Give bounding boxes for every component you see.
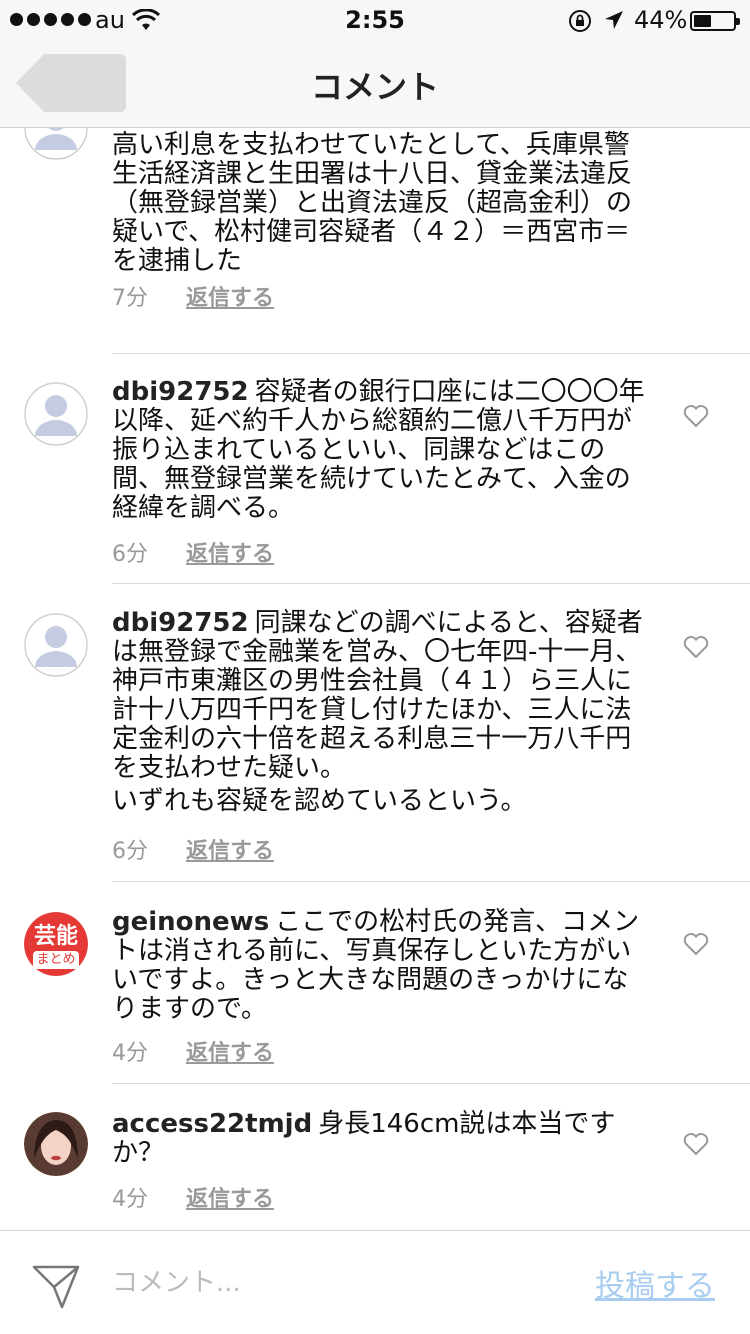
divider: [112, 1083, 750, 1084]
reply-button[interactable]: 返信する: [186, 536, 274, 568]
status-bar: au 2:55 44%: [0, 0, 750, 40]
comment-body: access22tmjd 身長146cm説は本当ですか？: [112, 1110, 648, 1168]
navigation-bar: コメント: [0, 40, 750, 128]
reply-button[interactable]: 返信する: [186, 1181, 274, 1213]
geino-matome-logo: 芸能 まとめ: [24, 912, 88, 976]
comment-time: 6分: [112, 542, 148, 567]
battery-icon: [690, 11, 740, 31]
comment-username[interactable]: access22tmjd: [112, 1109, 312, 1139]
comment-body: dbi92752 同課などの調べによると、容疑者は無登録で金融業を営み、〇七年四-…: [112, 609, 648, 816]
comment-meta: 6分 返信する: [112, 833, 274, 865]
comment-meta: 6分 返信する: [112, 536, 274, 568]
avatar[interactable]: [24, 1112, 88, 1176]
comment-extra-text: いずれも容疑を認めているという。: [112, 786, 527, 816]
comment-username[interactable]: dbi92752: [112, 377, 249, 407]
avatar[interactable]: 芸能 まとめ: [24, 912, 88, 976]
divider: [112, 881, 750, 882]
comment-body: dbi92752 容疑者の銀行口座には二〇〇〇年以降、延べ約千人から総額約二億八千…: [112, 378, 648, 523]
comment-username[interactable]: dbi92752: [112, 608, 249, 638]
like-heart-icon[interactable]: [683, 404, 709, 428]
location-arrow-icon: [605, 11, 623, 29]
comment-time: 4分: [112, 1041, 148, 1066]
default-avatar-icon: [24, 128, 88, 160]
send-paper-plane-icon[interactable]: [32, 1263, 80, 1309]
post-button[interactable]: 投稿する: [595, 1261, 715, 1305]
user-photo-icon: [24, 1112, 88, 1176]
reply-button[interactable]: 返信する: [186, 280, 274, 312]
comment-meta: 4分 返信する: [112, 1181, 274, 1213]
comment-time: 6分: [112, 839, 148, 864]
comment-username[interactable]: geinonews: [112, 907, 269, 937]
divider: [112, 583, 750, 584]
like-heart-icon[interactable]: [683, 932, 709, 956]
comment-body: 話を使った貸金業を無登録で営み、法定より高い利息を支払わせていたとして、兵庫県警…: [112, 128, 648, 276]
reply-button[interactable]: 返信する: [186, 833, 274, 865]
comment-input-bar: 投稿する: [0, 1230, 750, 1334]
comment-body: geinonews ここでの松村氏の発言、コメントは消される前に、写真保存しといた…: [112, 908, 648, 1024]
rotation-lock-icon: [569, 10, 591, 32]
comment-list[interactable]: 話を使った貸金業を無登録で営み、法定より高い利息を支払わせていたとして、兵庫県警…: [0, 128, 750, 1230]
avatar[interactable]: [24, 382, 88, 446]
default-avatar-icon: [24, 382, 88, 446]
comment-meta: 4分 返信する: [112, 1035, 274, 1067]
like-heart-icon[interactable]: [683, 1132, 709, 1156]
comment-time: 7分: [112, 286, 148, 311]
comment-text: 話を使った貸金業を無登録で営み、法定より高い利息を支払わせていたとして、兵庫県警…: [112, 128, 637, 276]
reply-button[interactable]: 返信する: [186, 1035, 274, 1067]
default-avatar-icon: [24, 613, 88, 677]
comment-meta: 7分 返信する: [112, 280, 274, 312]
avatar[interactable]: [24, 128, 88, 160]
battery-percent: 44%: [634, 6, 688, 34]
comment-time: 4分: [112, 1187, 148, 1212]
like-heart-icon[interactable]: [683, 635, 709, 659]
page-title: コメント: [310, 68, 439, 106]
divider: [112, 353, 750, 354]
comment-input[interactable]: [112, 1261, 552, 1305]
avatar[interactable]: [24, 613, 88, 677]
